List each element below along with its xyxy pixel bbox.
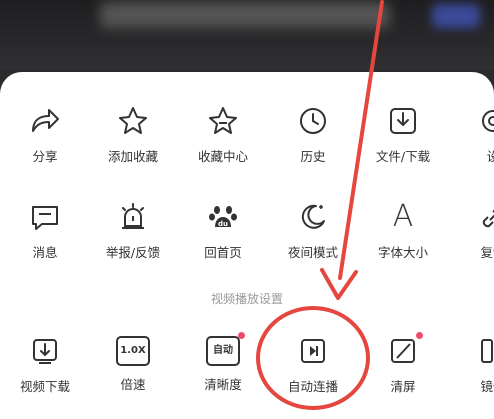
menu-item-report-feedback[interactable]: 举报/反馈 (88, 200, 178, 261)
moon-icon (301, 204, 325, 229)
menu-item-settings[interactable]: 设 (448, 104, 494, 165)
font-icon: A (392, 199, 414, 234)
star-icon (119, 107, 147, 134)
clock-icon (300, 108, 326, 134)
menu-label: 复制 (480, 245, 494, 260)
video-download-icon (33, 339, 57, 364)
alarm-icon (122, 203, 144, 229)
download-box-icon (390, 108, 416, 134)
menu-label: 设 (486, 149, 494, 164)
menu-item-playback-speed[interactable]: 1.0X 倍速 (88, 334, 178, 393)
play-next-icon (301, 339, 325, 363)
menu-item-add-favorite[interactable]: 添加收藏 (88, 104, 178, 165)
gear-icon (482, 110, 494, 132)
menu-item-autoplay[interactable]: 自动连播 (268, 334, 358, 395)
speed-icon: 1.0X (116, 336, 150, 366)
menu-label: 清晰度 (204, 377, 242, 392)
menu-label: 收藏中心 (197, 149, 248, 164)
top-bar-background (0, 0, 494, 70)
menu-item-mirror[interactable]: 镜像 (448, 334, 494, 395)
menu-label: 夜间模式 (287, 245, 338, 260)
video-settings-title: 视频播放设置 (210, 292, 283, 306)
notification-dot (416, 332, 423, 339)
menu-label: 添加收藏 (107, 149, 158, 164)
menu-label: 清屏 (390, 379, 416, 394)
menu-label: 分享 (32, 149, 58, 164)
message-icon (32, 206, 58, 230)
menu-item-copy[interactable]: 复制 (448, 200, 494, 261)
menu-label: 回首页 (204, 245, 242, 260)
mirror-icon (481, 339, 493, 363)
share-icon (32, 109, 59, 132)
menu-label: 消息 (32, 245, 58, 260)
menu-item-quality[interactable]: 自动 清晰度 (178, 332, 268, 393)
menu-label: 历史 (300, 149, 326, 164)
menu-label: 视频下载 (19, 379, 70, 394)
menu-item-history[interactable]: 历史 (268, 104, 358, 165)
menu-panel: 分享 添加收藏 收藏中心 历史 文件/下载 设 消息 举报/反馈 du 回首页 … (0, 72, 494, 419)
menu-item-messages[interactable]: 消息 (0, 200, 90, 261)
star-badge-icon (209, 107, 237, 134)
menu-item-share[interactable]: 分享 (0, 104, 90, 165)
paw-icon: du (209, 206, 237, 228)
menu-item-video-download[interactable]: 视频下载 (0, 334, 90, 395)
menu-item-clear-screen[interactable]: 清屏 (358, 332, 448, 395)
menu-label: 字体大小 (377, 245, 428, 260)
menu-label: 文件/下载 (375, 149, 431, 164)
link-icon (482, 209, 494, 228)
menu-item-home[interactable]: du 回首页 (178, 200, 268, 261)
menu-label: 自动连播 (287, 379, 338, 394)
menu-item-favorites-center[interactable]: 收藏中心 (178, 104, 268, 165)
clear-screen-icon (391, 339, 415, 363)
menu-label: 举报/反馈 (105, 245, 161, 260)
quality-icon: 自动 (206, 336, 240, 366)
menu-item-night-mode[interactable]: 夜间模式 (268, 200, 358, 261)
menu-item-font-size[interactable]: A 字体大小 (358, 200, 448, 261)
menu-label: 倍速 (120, 377, 146, 392)
menu-label: 镜像 (480, 379, 494, 394)
svg-text:du: du (218, 220, 228, 228)
blurred-title (100, 2, 390, 28)
menu-item-files-downloads[interactable]: 文件/下载 (358, 104, 448, 165)
notification-dot (238, 332, 245, 339)
blurred-button (432, 4, 480, 28)
